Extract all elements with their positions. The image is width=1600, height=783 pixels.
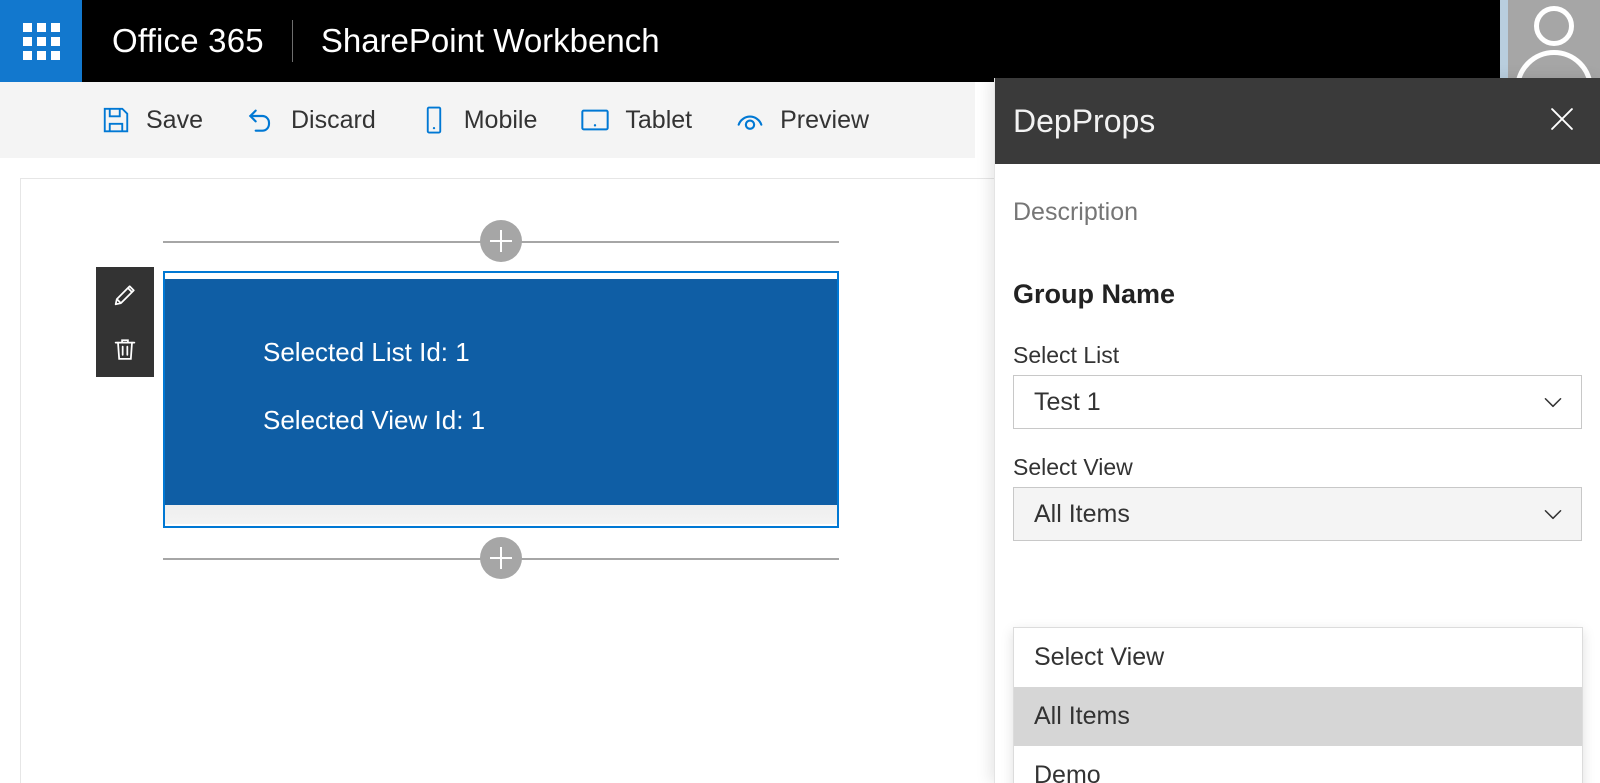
add-plus-icon[interactable] <box>480 537 522 579</box>
preview-button[interactable]: Preview <box>734 82 869 158</box>
app-launcher-button[interactable] <box>0 0 82 82</box>
mobile-phone-icon <box>418 104 450 136</box>
preview-eye-icon <box>734 104 766 136</box>
select-list-label: Select List <box>1013 342 1120 368</box>
preview-label: Preview <box>780 105 870 134</box>
suite-brand[interactable]: Office 365 <box>82 0 264 82</box>
field-select-view: Select View All Items <box>1013 454 1582 541</box>
avatar-accent-strip <box>1500 0 1508 82</box>
dropdown-option-select-view[interactable]: Select View <box>1014 628 1582 687</box>
select-list-dropdown[interactable]: Test 1 <box>1013 375 1582 429</box>
tablet-button[interactable]: Tablet <box>579 82 692 158</box>
select-view-option-list: Select View All Items Demo <box>1013 627 1583 783</box>
page-canvas: Selected List Id: 1 Selected View Id: 1 <box>20 178 1080 783</box>
dropdown-option-all-items[interactable]: All Items <box>1014 687 1582 746</box>
panel-header: DepProps <box>995 78 1600 164</box>
add-plus-icon[interactable] <box>480 220 522 262</box>
panel-body: Description Group Name Select List Test … <box>995 164 1600 783</box>
add-section-bottom[interactable] <box>163 536 839 580</box>
save-button[interactable]: Save <box>100 82 203 158</box>
close-button[interactable] <box>1524 78 1600 164</box>
avatar[interactable] <box>1508 0 1600 82</box>
tablet-label: Tablet <box>625 105 693 134</box>
page-title: SharePoint Workbench <box>320 22 660 59</box>
chevron-down-icon <box>1539 500 1567 528</box>
suite-spacer <box>660 0 1500 82</box>
command-toolbar: Save Discard Mobile Tablet Preview <box>0 82 975 158</box>
webpart-selected-frame[interactable]: Selected List Id: 1 Selected View Id: 1 <box>163 271 839 528</box>
close-icon <box>1545 102 1579 141</box>
webpart-selected-list-id: Selected List Id: 1 <box>263 337 470 367</box>
discard-label: Discard <box>290 105 376 134</box>
tablet-icon <box>579 104 611 136</box>
suite-bar: Office 365 SharePoint Workbench <box>0 0 1600 82</box>
discard-button[interactable]: Discard <box>245 82 376 158</box>
field-select-list: Select List Test 1 <box>1013 342 1582 429</box>
webpart-tools <box>96 267 154 377</box>
suite-divider <box>291 20 293 62</box>
user-avatar-icon <box>1534 6 1574 46</box>
webpart-footer-strip <box>165 505 837 524</box>
select-list-value: Test 1 <box>1034 387 1101 416</box>
edit-pencil-icon[interactable] <box>110 280 140 310</box>
panel-description: Description <box>1013 198 1139 226</box>
select-view-label: Select View <box>1013 454 1133 480</box>
chevron-down-icon <box>1539 388 1567 416</box>
canvas-area: Selected List Id: 1 Selected View Id: 1 <box>0 158 1080 783</box>
panel-group-name: Group Name <box>1013 279 1176 309</box>
dropdown-option-demo[interactable]: Demo <box>1014 746 1582 783</box>
mobile-button[interactable]: Mobile <box>418 82 538 158</box>
delete-trash-icon[interactable] <box>110 334 140 364</box>
panel-title: DepProps <box>1013 102 1156 139</box>
add-section-top[interactable] <box>163 219 839 263</box>
undo-arrow-icon <box>245 104 277 136</box>
webpart-selected-view-id: Selected View Id: 1 <box>263 405 486 435</box>
select-view-dropdown[interactable]: All Items <box>1013 487 1582 541</box>
webpart-content: Selected List Id: 1 Selected View Id: 1 <box>165 279 837 505</box>
property-panel: DepProps Description Group Name Select L… <box>994 78 1600 783</box>
workbench-app: Office 365 SharePoint Workbench Save Dis… <box>0 0 1600 783</box>
mobile-label: Mobile <box>463 105 538 134</box>
select-view-value: All Items <box>1034 499 1130 528</box>
save-label: Save <box>146 105 203 134</box>
app-launcher-waffle-icon <box>22 22 60 60</box>
save-floppy-icon <box>100 104 132 136</box>
